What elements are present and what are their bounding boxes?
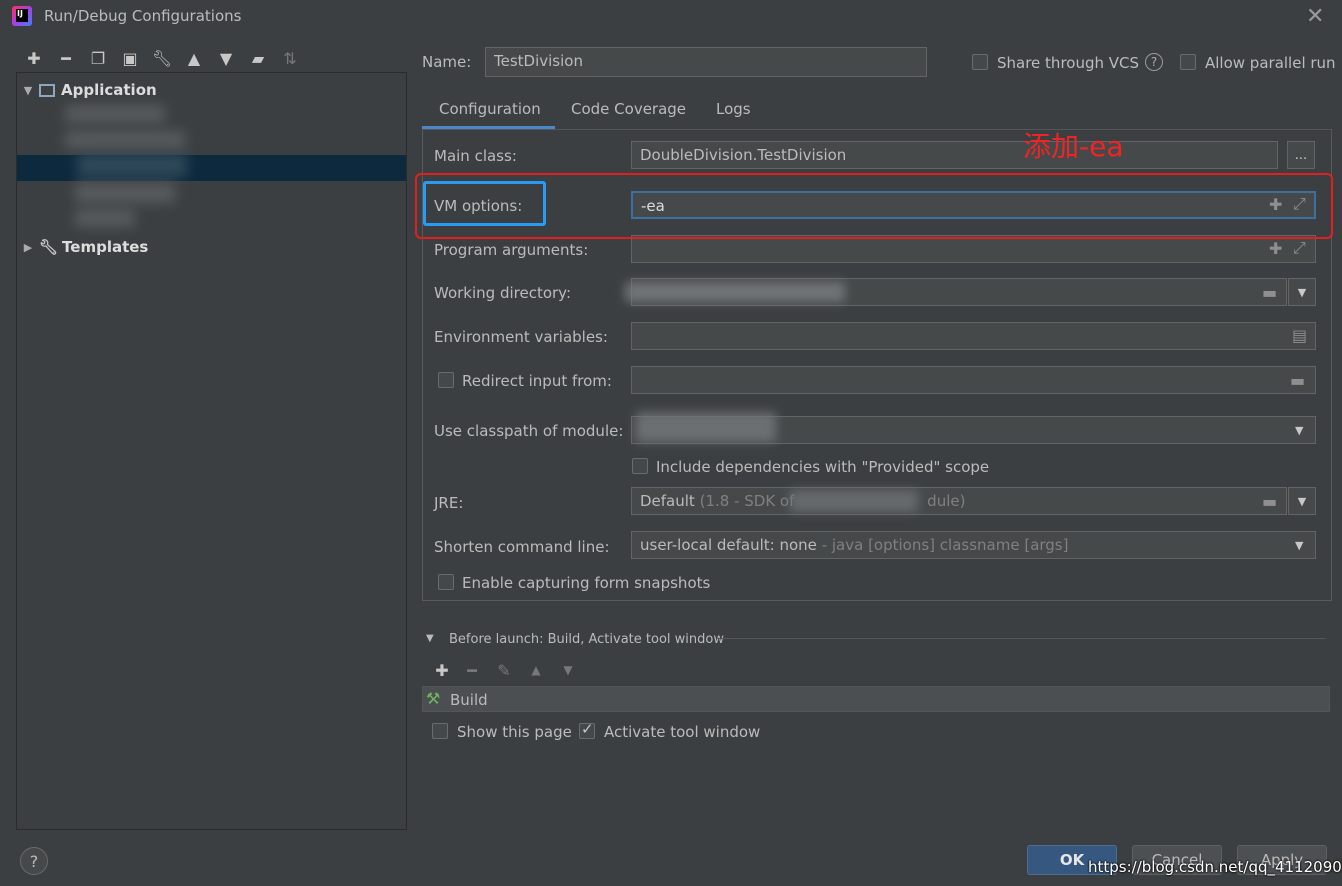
expand-down-icon[interactable]: ▼ [17,84,39,97]
name-label: Name: [422,53,472,71]
add-icon[interactable]: ✚ [18,46,50,70]
dropdown-arrow-icon[interactable]: ▼ [1288,278,1316,306]
remove-task-icon[interactable]: ━ [456,658,488,682]
divider [716,638,1326,639]
add-task-icon[interactable]: ✚ [426,658,458,682]
sort-icon[interactable]: ⇅ [274,46,306,70]
help-button[interactable]: ? [20,847,48,875]
up-icon[interactable]: ▲ [178,46,210,70]
copy-icon[interactable]: ❐ [82,46,114,70]
capture-snapshots-checkbox[interactable] [438,574,454,590]
title-bar: IJ Run/Debug Configurations ✕ [0,0,1342,34]
redirect-input-checkbox[interactable] [438,372,454,388]
name-input[interactable]: TestDivision [485,47,927,77]
working-directory-label: Working directory: [434,284,572,302]
shorten-command-label: Shorten command line: [434,538,610,556]
down-icon[interactable]: ▼ [210,46,242,70]
blurred-tree-item [65,105,165,123]
tab-configuration[interactable]: Configuration [439,100,541,118]
watermark: https://blog.csdn.net/qq_41120902 [1088,858,1342,876]
tab-code-coverage[interactable]: Code Coverage [571,100,686,118]
activate-tool-checkbox[interactable] [579,720,595,739]
annotation-red-box [415,173,1333,239]
config-toolbar: ✚ ━ ❐ ▣ 🔧︎ ▲ ▼ ▰ ⇅ [18,46,306,70]
main-class-label: Main class: [434,147,517,165]
tree-item-application[interactable]: ▼ Application [17,77,406,103]
redirect-input-field[interactable] [631,366,1316,394]
plus-icon[interactable]: ✚ [1269,239,1282,258]
folder-add-icon[interactable]: ▰ [242,46,274,70]
include-dependencies-label: Include dependencies with "Provided" sco… [656,458,990,476]
expand-right-icon[interactable]: ▶ [17,241,39,254]
tree-item-templates[interactable]: ▶ 🔧︎ Templates [17,234,406,260]
shorten-value: user-local default: none [640,536,817,554]
show-page-checkbox[interactable] [432,723,448,739]
allow-parallel-label: Allow parallel run [1205,54,1336,72]
application-icon [39,83,55,97]
task-row-build[interactable]: ⚒ Build [422,686,1330,712]
close-icon[interactable]: ✕ [1306,4,1324,29]
jre-value: Default [640,492,695,510]
annotation-blue-box [423,181,546,226]
document-icon[interactable]: ▤ [1292,326,1307,345]
wrench-icon[interactable]: 🔧︎ [146,46,178,70]
blurred-tree-item [77,153,187,177]
folder-icon[interactable]: ▬ [1290,371,1305,390]
program-arguments-input[interactable] [631,235,1316,263]
tree-item-label: Application [61,81,157,99]
tab-logs[interactable]: Logs [716,100,751,118]
app-icon-text: IJ [16,9,28,22]
blurred-module [636,412,776,442]
selected-tree-row[interactable] [17,155,406,181]
blurred-path [625,282,845,302]
dropdown-arrow-icon[interactable]: ▼ [1288,487,1316,515]
window-title: Run/Debug Configurations [44,7,242,25]
shorten-hint: - java [options] classname [args] [821,536,1069,554]
remove-icon[interactable]: ━ [50,46,82,70]
folder-icon[interactable]: ▬ [1262,492,1277,511]
activate-tool-label: Activate tool window [604,723,761,741]
blurred-tree-item [75,209,135,227]
configuration-tree: ▼ Application ▶ 🔧︎ Templates [16,72,407,830]
folder-icon[interactable]: ▬ [1262,283,1277,302]
jre-hint-start: (1.8 - SDK of [699,492,795,510]
environment-variables-label: Environment variables: [434,328,608,346]
blurred-jre [790,490,918,512]
main-class-input[interactable]: DoubleDivision.TestDivision [631,141,1278,169]
redirect-input-label: Redirect input from: [462,372,612,390]
dropdown-arrow-icon[interactable]: ▼ [1295,539,1303,552]
before-launch-title: Before launch: Build, Activate tool wind… [449,632,724,647]
allow-parallel-checkbox[interactable] [1180,54,1196,70]
browse-button[interactable]: ... [1287,141,1315,169]
move-down-icon[interactable]: ▼ [552,658,584,682]
save-icon[interactable]: ▣ [114,46,146,70]
classpath-module-label: Use classpath of module: [434,422,624,440]
show-page-label: Show this page [457,723,572,741]
share-vcs-label: Share through VCS [997,54,1140,72]
annotation-text: 添加-ea [1023,130,1124,163]
capture-snapshots-label: Enable capturing form snapshots [462,574,711,592]
expand-icon[interactable]: ⤢ [1293,238,1306,258]
jre-hint-end: dule) [927,492,966,510]
hammer-icon: ⚒ [426,689,441,708]
program-arguments-label: Program arguments: [434,241,589,259]
blurred-tree-item [65,131,185,149]
blurred-tree-item [75,183,175,203]
help-circle-icon[interactable]: ? [1145,53,1163,71]
intellij-app-icon: IJ [12,6,32,26]
environment-variables-input[interactable] [631,322,1316,350]
include-dependencies-checkbox[interactable] [632,458,648,474]
collapse-down-icon[interactable]: ▼ [426,633,434,644]
move-up-icon[interactable]: ▲ [520,658,552,682]
build-label: Build [450,691,488,709]
tree-item-label: Templates [62,238,149,256]
share-vcs-checkbox[interactable] [972,54,988,70]
wrench-icon: 🔧︎ [39,238,59,256]
shorten-command-select[interactable]: user-local default: none - java [options… [631,531,1316,559]
jre-select[interactable]: Default (1.8 - SDK of dule) [631,487,1287,515]
jre-label: JRE: [434,494,464,512]
edit-task-icon[interactable]: ✎ [488,658,520,682]
dropdown-arrow-icon[interactable]: ▼ [1295,424,1303,437]
